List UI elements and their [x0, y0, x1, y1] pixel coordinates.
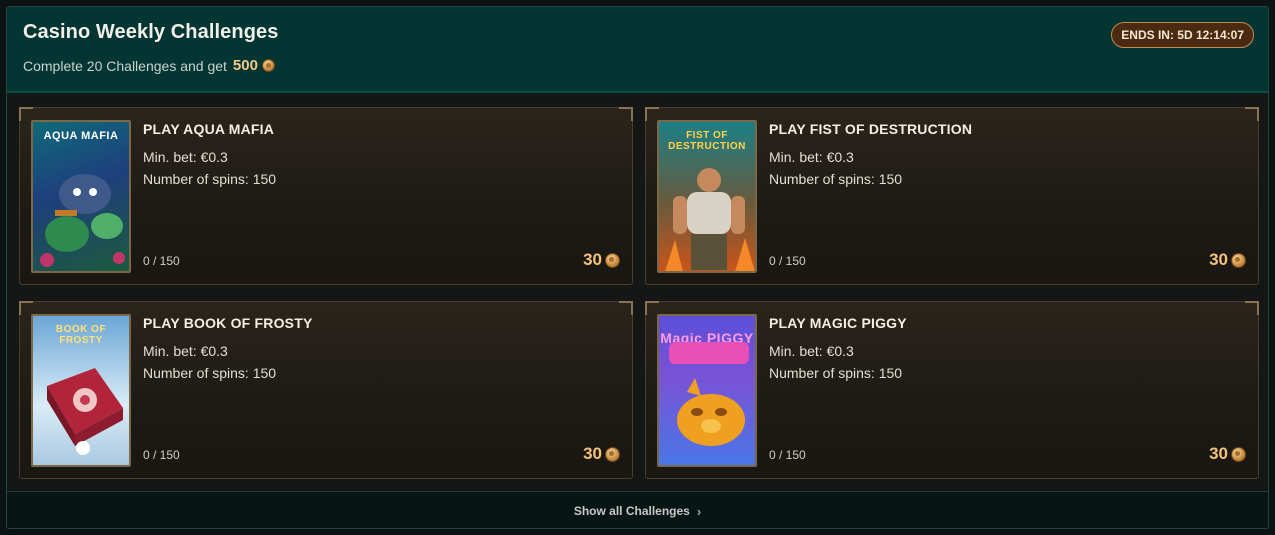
challenge-subtitle: Complete 20 Challenges and get 500 — [23, 57, 275, 74]
subtitle-text: Complete 20 Challenges and get — [23, 57, 227, 74]
challenge-card[interactable]: BOOK OF FROSTY PLAY BOOK OF FROSTY Min. … — [19, 301, 633, 479]
thumbnail-art — [47, 368, 123, 455]
reward-amount: 30 — [1209, 250, 1228, 269]
challenge-card[interactable]: AQUA MAFIA PLAY AQUA MAFIA Min. bet: €0.… — [19, 107, 633, 285]
thumbnail-art — [665, 168, 755, 271]
challenge-title: PLAY BOOK OF FROSTY — [143, 315, 313, 331]
game-thumbnail[interactable]: Magic PIGGY — [657, 314, 757, 467]
coin-icon — [1231, 446, 1246, 462]
challenge-spins: Number of spins: 150 — [143, 171, 277, 187]
coin-icon — [261, 59, 275, 72]
chevron-right-icon: › — [696, 503, 702, 519]
challenge-title: PLAY MAGIC PIGGY — [769, 315, 907, 331]
reward-amount: 30 — [583, 250, 602, 269]
challenge-reward: 30 — [1209, 250, 1246, 270]
challenge-spins: Number of spins: 150 — [143, 365, 277, 381]
challenge-min-bet: Min. bet: €0.3 — [143, 343, 228, 359]
show-all-label: Show all Challenges — [573, 504, 690, 518]
challenge-min-bet: Min. bet: €0.3 — [769, 149, 854, 165]
challenge-title: PLAY AQUA MAFIA — [143, 121, 275, 137]
panel-footer: Show all Challenges › — [7, 491, 1268, 528]
challenge-reward: 30 — [583, 444, 620, 464]
challenge-progress: 0 / 150 — [143, 254, 180, 268]
challenges-grid: AQUA MAFIA PLAY AQUA MAFIA Min. bet: €0.… — [7, 95, 1268, 491]
challenge-progress: 0 / 150 — [143, 448, 180, 462]
page-title: Casino Weekly Challenges — [23, 21, 279, 43]
weekly-challenges-panel: Casino Weekly Challenges Complete 20 Cha… — [6, 6, 1269, 529]
coin-icon — [1231, 252, 1246, 268]
challenge-min-bet: Min. bet: €0.3 — [769, 343, 854, 359]
challenge-spins: Number of spins: 150 — [769, 171, 903, 187]
reward-amount: 30 — [1209, 444, 1228, 463]
challenge-spins: Number of spins: 150 — [769, 365, 903, 381]
challenge-title: PLAY FIST OF DESTRUCTION — [769, 121, 973, 137]
challenge-card[interactable]: Magic PIGGY PLAY MAGIC PIGGY Min. bet: €… — [645, 301, 1259, 479]
panel-header: Casino Weekly Challenges Complete 20 Cha… — [7, 7, 1268, 93]
thumbnail-art — [669, 342, 749, 446]
thumbnail-art — [40, 174, 125, 267]
coin-icon — [605, 446, 620, 462]
coin-icon — [605, 252, 620, 268]
total-reward-amount: 500 — [232, 57, 258, 74]
challenge-reward: 30 — [583, 250, 620, 270]
challenge-min-bet: Min. bet: €0.3 — [143, 149, 228, 165]
countdown-badge: ENDS IN: 5D 12:14:07 — [1111, 22, 1254, 48]
game-thumbnail[interactable]: BOOK OF FROSTY — [31, 314, 131, 467]
challenge-progress: 0 / 150 — [769, 448, 806, 462]
challenge-progress: 0 / 150 — [769, 254, 806, 268]
game-thumbnail[interactable]: FIST OF DESTRUCTION — [657, 120, 757, 273]
challenge-reward: 30 — [1209, 444, 1246, 464]
reward-amount: 30 — [583, 444, 602, 463]
game-thumbnail[interactable]: AQUA MAFIA — [31, 120, 131, 273]
show-all-challenges-link[interactable]: Show all Challenges › — [574, 504, 701, 519]
challenge-card[interactable]: FIST OF DESTRUCTION PLAY FIST OF DESTRUC… — [645, 107, 1259, 285]
